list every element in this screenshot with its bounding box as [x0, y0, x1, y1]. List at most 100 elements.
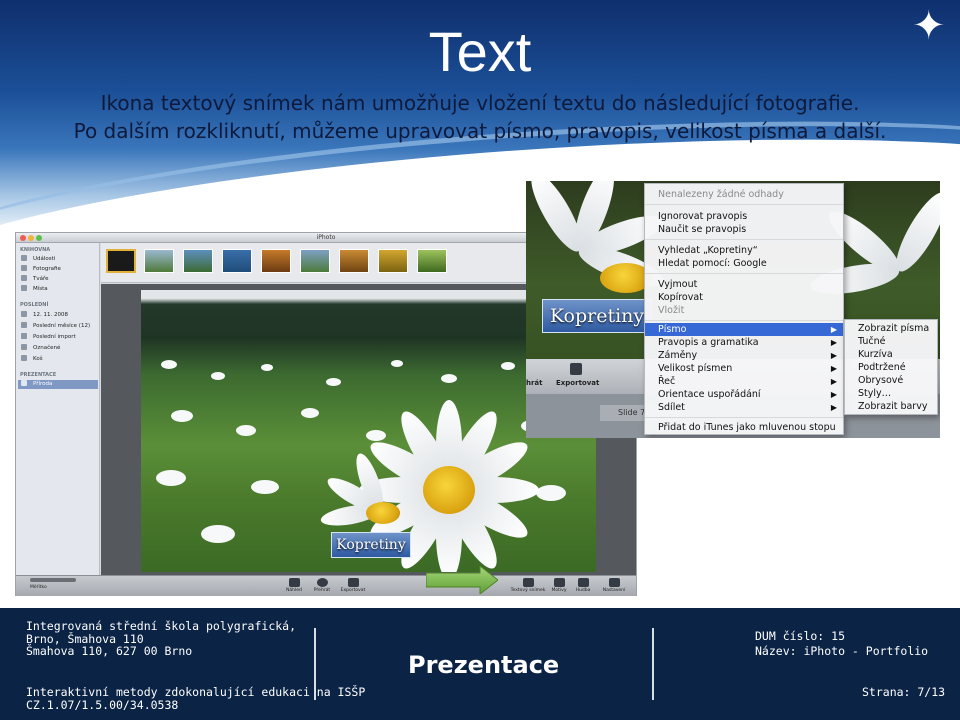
flag-icon [21, 344, 27, 350]
petal-shape [887, 186, 940, 278]
submenu-arrow-icon: ▶ [830, 351, 837, 360]
export-button[interactable]: Exportovat [334, 578, 372, 593]
menu-item-label: Pravopis a gramatika [658, 337, 759, 348]
menu-separator [645, 239, 843, 240]
daisy-shape [326, 378, 341, 386]
slide-text-label[interactable]: Kopretiny [331, 532, 411, 558]
school-address: Šmahova 110, 627 00 Brno [26, 644, 193, 658]
places-icon [21, 285, 27, 291]
menu-item-label: Řeč [658, 376, 676, 387]
daisy-shape [161, 360, 177, 369]
sidebar-item-label: 12. 11. 2008 [33, 312, 68, 318]
submenu-item-bold[interactable]: Tučné [845, 335, 937, 348]
preview-label: Náhled [286, 588, 302, 593]
daisy-shape [366, 430, 386, 441]
sidebar-item-label: Poslední import [33, 334, 76, 340]
context-menu: Nenalezeny žádné odhady Ignorovat pravop… [644, 183, 844, 435]
import-icon [21, 333, 27, 339]
thumbnail-slide[interactable] [300, 249, 330, 273]
sidebar-item-flagged[interactable]: Označené [21, 344, 97, 353]
sidebar-item-last-import[interactable]: Poslední import [21, 333, 97, 342]
menu-item-search-google[interactable]: Hledat pomocí: Google [645, 257, 843, 270]
thumbnail-slide[interactable] [261, 249, 291, 273]
menu-item-no-guesses: Nenalezeny žádné odhady [658, 189, 784, 200]
export-icon [570, 363, 582, 375]
menu-item-speech[interactable]: Řeč ▶ [645, 375, 843, 388]
export-label[interactable]: Exportovat [556, 379, 599, 387]
slide-title: Text [428, 20, 532, 83]
slide-footer: Integrovaná střední škola polygrafická, … [0, 608, 960, 720]
thumbnail-title-slide[interactable] [106, 249, 136, 273]
menu-item-cut[interactable]: Vyjmout [645, 278, 843, 291]
font-submenu: Zobrazit písma Tučné Kurzíva Podtržené O… [844, 319, 938, 415]
sidebar-item-label: Události [33, 256, 56, 262]
menu-item-ignore-spelling[interactable]: Ignorovat pravopis [645, 210, 843, 223]
menu-item-substitutions[interactable]: Záměny ▶ [645, 349, 843, 362]
menu-separator [645, 273, 843, 274]
menu-item-layout-orientation[interactable]: Orientace uspořádání ▶ [645, 388, 843, 401]
menu-item-lookup[interactable]: Vyhledat „Kopretiny“ [645, 244, 843, 257]
menu-item-copy[interactable]: Kopírovat [645, 291, 843, 304]
submenu-item-styles[interactable]: Styly… [845, 387, 937, 400]
sidebar-item-last-months[interactable]: Poslední měsíce (12) [21, 322, 97, 331]
material-name: Název: iPhoto - Portfolio [755, 644, 929, 658]
sidebar-item-trash[interactable]: Koš [21, 355, 97, 364]
sidebar-item-date[interactable]: 12. 11. 2008 [21, 311, 97, 320]
menu-item-add-to-itunes[interactable]: Přidat do iTunes jako mluvenou stopu [645, 421, 843, 434]
submenu-arrow-icon: ▶ [830, 338, 837, 347]
daisy-shape [441, 374, 457, 383]
calendar-icon [21, 311, 27, 317]
themes-label: Motivy [551, 588, 567, 593]
menu-item-paste: Vložit [658, 305, 685, 316]
submenu-item-italic[interactable]: Kurzíva [845, 348, 937, 361]
export-icon [347, 578, 359, 587]
thumbnail-slide[interactable] [378, 249, 408, 273]
sidebar-header-library: KNIHOVNA [20, 247, 51, 253]
sidebar-item-label: Tváře [33, 276, 49, 282]
menu-item-font[interactable]: Písmo ▶ [645, 323, 843, 336]
slide-text-label[interactable]: Kopretiny [542, 299, 652, 333]
daisy-shape [156, 470, 186, 486]
submenu-arrow-icon: ▶ [830, 403, 837, 412]
sidebar-item-faces[interactable]: Tváře [21, 275, 97, 284]
submenu-item-underline[interactable]: Podtržené [845, 361, 937, 374]
menu-item-label: Písmo [658, 324, 687, 335]
submenu-item-show-colors[interactable]: Zobrazit barvy [845, 400, 937, 413]
export-label: Exportovat [340, 588, 366, 593]
sidebar-item-events[interactable]: Události [21, 255, 97, 264]
submenu-item-outline[interactable]: Obrysové [845, 374, 937, 387]
daisy-shape [201, 525, 235, 543]
sidebar-item-places[interactable]: Místa [21, 285, 97, 294]
menu-item-share[interactable]: Sdílet ▶ [645, 401, 843, 414]
settings-label: Nastavení [602, 588, 626, 593]
thumbnail-slide[interactable] [339, 249, 369, 273]
themes-icon [553, 578, 565, 587]
play-label: hrát [526, 379, 543, 387]
submenu-item-show-fonts[interactable]: Zobrazit písma [845, 322, 937, 335]
slideshow-icon [21, 380, 27, 386]
thumbnail-slide[interactable] [222, 249, 252, 273]
photos-icon [21, 265, 27, 271]
menu-item-label: Orientace uspořádání [658, 389, 761, 400]
menu-separator [645, 204, 843, 205]
menu-item-learn-spelling[interactable]: Naučit se pravopis [645, 223, 843, 236]
events-icon [21, 255, 27, 261]
menu-item-transformations[interactable]: Velikost písmen ▶ [645, 362, 843, 375]
sidebar-item-photos[interactable]: Fotografie [21, 265, 97, 274]
thumbnail-slide[interactable] [183, 249, 213, 273]
thumbnail-slide[interactable] [417, 249, 447, 273]
daisy-center [423, 466, 475, 514]
daisy-shape [236, 425, 256, 436]
zoom-slider[interactable]: Měřítko [30, 578, 76, 590]
sidebar-header-presentations: PREZENTACE [20, 372, 57, 378]
settings-button[interactable]: Nastavení [594, 578, 634, 593]
page-number: Strana: 7/13 [862, 685, 946, 699]
sidebar-item-nature[interactable]: Příroda [18, 380, 98, 389]
daisy-shape [171, 410, 193, 422]
program-code: CZ.1.07/1.5.00/34.0538 [26, 698, 179, 712]
daisy-shape [261, 364, 273, 371]
text-slide-label: Textový snímek [510, 588, 546, 593]
menu-item-spelling-grammar[interactable]: Pravopis a gramatika ▶ [645, 336, 843, 349]
slide-subtitle-line1: Ikona textový snímek nám umožňuje vložen… [100, 91, 860, 115]
thumbnail-slide[interactable] [144, 249, 174, 273]
